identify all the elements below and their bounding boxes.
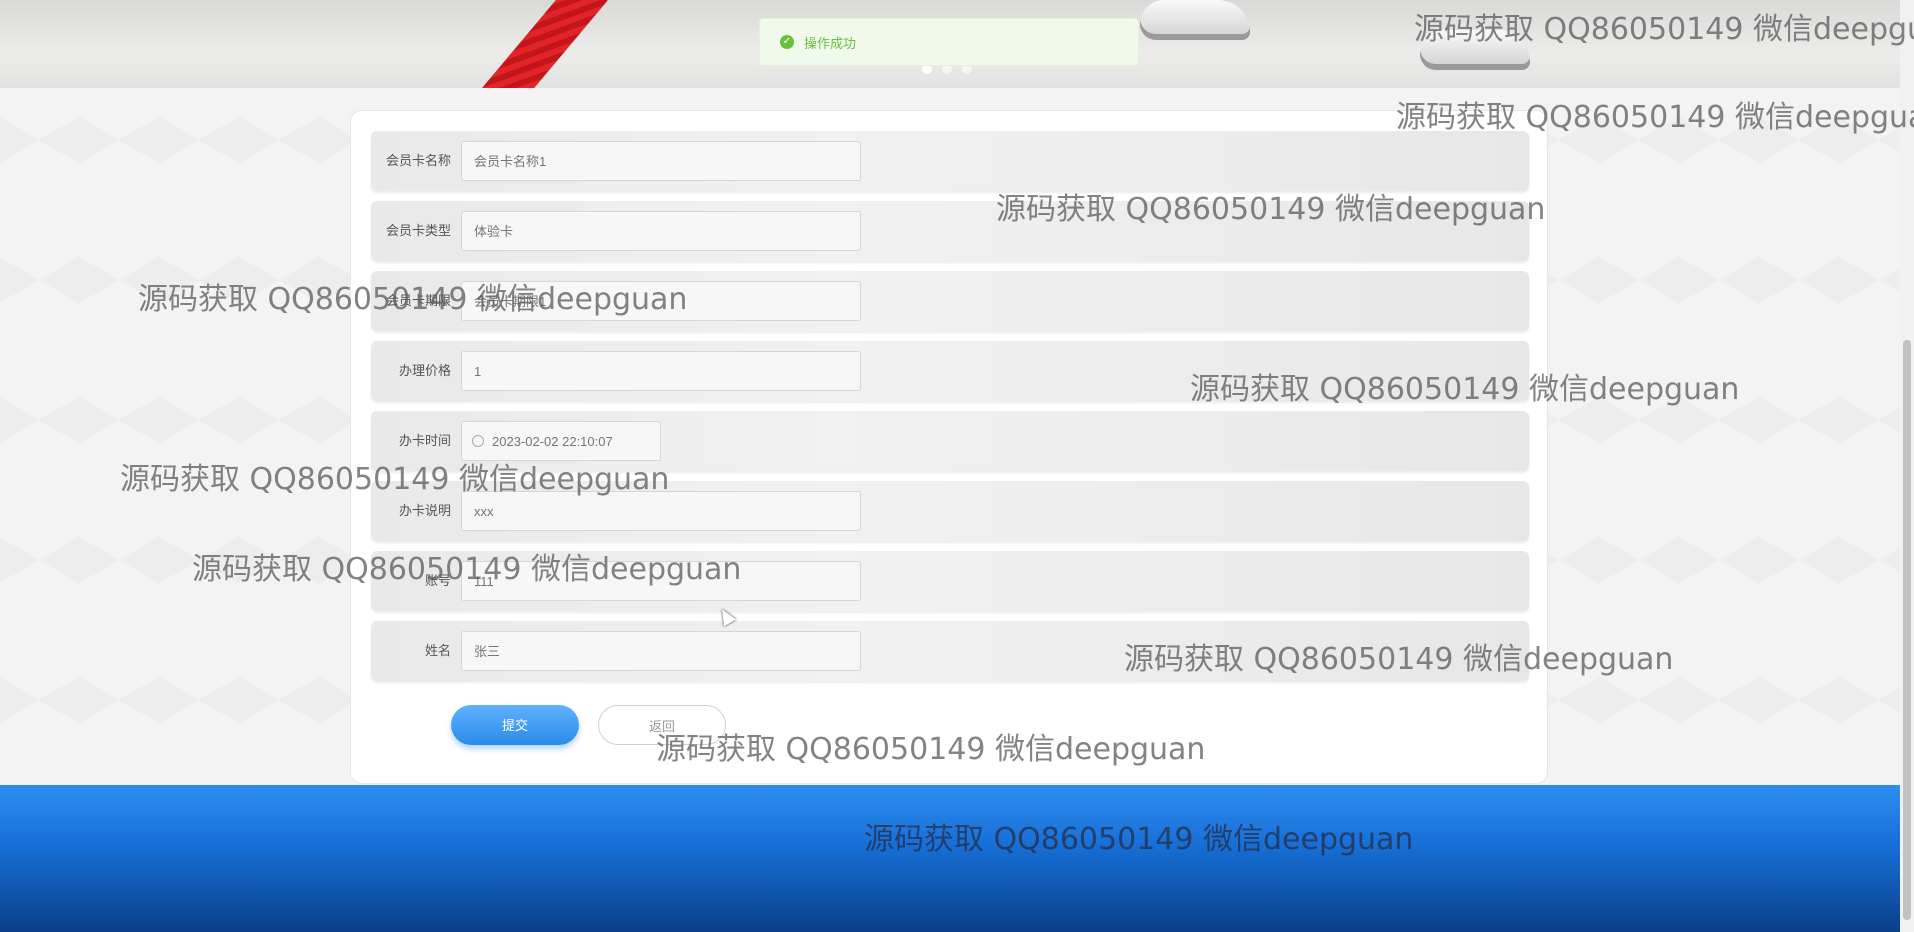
banner-shoe-image-1 bbox=[1140, 0, 1250, 40]
check-circle-icon: ✓ bbox=[780, 35, 794, 49]
price-label: 办理价格 bbox=[398, 363, 451, 378]
description-input[interactable] bbox=[461, 491, 861, 531]
banner-rope-image bbox=[466, 0, 614, 88]
form-row-description: 办卡说明 bbox=[371, 481, 1529, 541]
vertical-scrollbar[interactable] bbox=[1900, 0, 1914, 932]
card-type-input[interactable] bbox=[461, 211, 861, 251]
scrollbar-thumb[interactable] bbox=[1903, 340, 1911, 920]
name-label: 姓名 bbox=[424, 643, 451, 658]
card-type-label: 会员卡类型 bbox=[385, 223, 451, 238]
price-input[interactable] bbox=[461, 351, 861, 391]
form-row-account: 账号 bbox=[371, 551, 1529, 611]
page-footer bbox=[0, 785, 1900, 932]
name-input[interactable] bbox=[461, 631, 861, 671]
form-row-card-type: 会员卡类型 bbox=[371, 201, 1529, 261]
issue-time-picker[interactable] bbox=[461, 421, 661, 461]
description-label: 办卡说明 bbox=[398, 503, 451, 518]
form-row-name: 姓名 bbox=[371, 621, 1529, 681]
form-row-issue-time: 办卡时间 bbox=[371, 411, 1529, 471]
account-label: 账号 bbox=[424, 573, 451, 588]
card-term-label: 会员卡期限 bbox=[385, 293, 451, 308]
card-term-input[interactable] bbox=[461, 281, 861, 321]
submit-button[interactable]: 提交 bbox=[451, 705, 579, 745]
clock-icon bbox=[472, 435, 484, 447]
form-row-price: 办理价格 bbox=[371, 341, 1529, 401]
banner-shoe-image-2 bbox=[1420, 30, 1530, 70]
membership-form-panel: 会员卡名称 会员卡类型 会员卡期限 办理价格 办卡时间 办卡说明 账号 姓名 提… bbox=[350, 110, 1548, 784]
back-button[interactable]: 返回 bbox=[598, 705, 726, 745]
toast-message: 操作成功 bbox=[804, 35, 857, 51]
card-name-label: 会员卡名称 bbox=[385, 153, 451, 168]
account-input[interactable] bbox=[461, 561, 861, 601]
form-row-card-term: 会员卡期限 bbox=[371, 271, 1529, 331]
card-name-input[interactable] bbox=[461, 141, 861, 181]
issue-time-label: 办卡时间 bbox=[398, 433, 451, 448]
form-row-card-name: 会员卡名称 bbox=[371, 131, 1529, 191]
success-toast: ✓ 操作成功 bbox=[759, 18, 1139, 66]
